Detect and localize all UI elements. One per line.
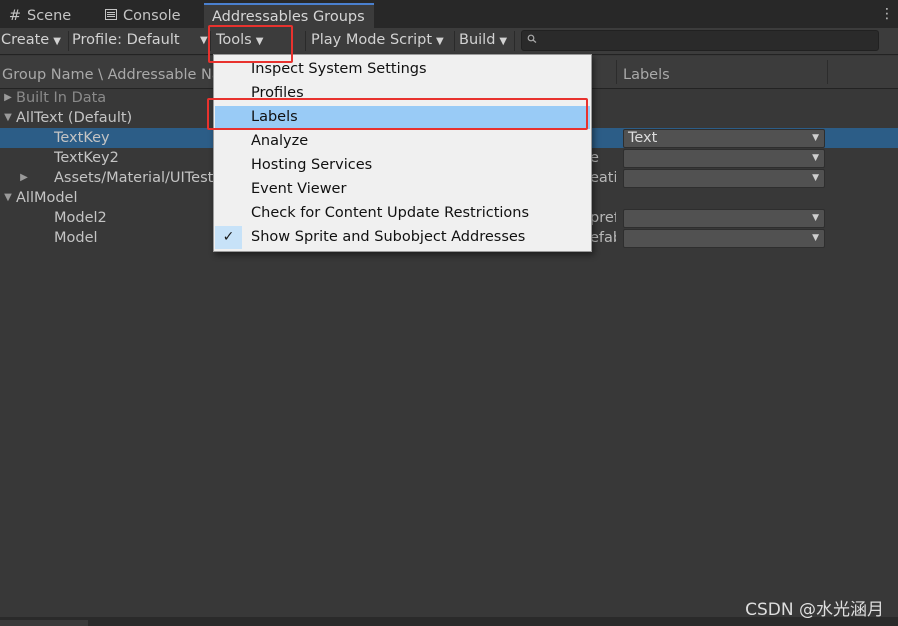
scrollbar-thumb[interactable] bbox=[0, 620, 88, 626]
checkmark-icon: ✓ bbox=[215, 226, 242, 249]
path-fragment: pref bbox=[590, 210, 616, 226]
row-label: AllModel bbox=[16, 190, 78, 206]
menu-item-label: Analyze bbox=[251, 133, 309, 149]
row-label: AllText (Default) bbox=[16, 110, 133, 126]
row-label: Model2 bbox=[54, 210, 107, 226]
tab-console-label: Console bbox=[123, 8, 181, 24]
create-dropdown[interactable]: Create ▼ bbox=[1, 28, 61, 54]
row-label: TextKey bbox=[54, 130, 110, 146]
row-label: TextKey2 bbox=[54, 150, 119, 166]
chevron-down-icon: ▼ bbox=[812, 233, 819, 243]
play-mode-script-dropdown[interactable]: Play Mode Script ▼ bbox=[311, 28, 444, 54]
menu-item-label: Event Viewer bbox=[251, 181, 347, 197]
profile-dropdown[interactable]: Profile: Default ▼ bbox=[72, 28, 208, 54]
collapse-arrow-icon[interactable]: ▼ bbox=[2, 108, 14, 128]
menu-item-analyze[interactable]: Analyze bbox=[215, 130, 590, 153]
tab-addressables-label: Addressables Groups bbox=[212, 9, 365, 25]
tab-console[interactable]: Console bbox=[96, 4, 189, 28]
collapse-arrow-icon[interactable]: ▼ bbox=[2, 188, 14, 208]
watermark: CSDN @水光涵月 bbox=[745, 600, 884, 620]
labels-value: Text bbox=[628, 130, 658, 146]
row-label: Assets/Material/UITest bbox=[54, 170, 214, 186]
chevron-down-icon: ▼ bbox=[499, 36, 508, 47]
more-options-icon[interactable]: ⋮ bbox=[880, 6, 894, 22]
toolbar-divider bbox=[68, 31, 69, 51]
annotation-box-tools bbox=[208, 25, 293, 63]
expand-arrow-icon[interactable]: ▶ bbox=[18, 168, 30, 188]
tools-menu: Inspect System Settings Profiles Labels … bbox=[213, 54, 592, 252]
menu-item-check-content-update[interactable]: Check for Content Update Restrictions bbox=[215, 202, 590, 225]
menu-item-hosting-services[interactable]: Hosting Services bbox=[215, 154, 590, 177]
path-fragment: efab bbox=[590, 230, 616, 246]
toolbar-divider bbox=[514, 31, 515, 51]
menu-item-show-sprite-subobject[interactable]: ✓ Show Sprite and Subobject Addresses bbox=[215, 226, 590, 249]
toolbar-divider bbox=[454, 31, 455, 51]
column-divider[interactable] bbox=[616, 60, 617, 84]
chevron-down-icon: ▼ bbox=[812, 173, 819, 183]
labels-dropdown[interactable]: ▼ bbox=[623, 229, 825, 248]
annotation-box-labels bbox=[207, 98, 588, 130]
tab-bar: # Scene Console Addressables Groups ⋮ bbox=[0, 0, 898, 30]
labels-dropdown[interactable]: ▼ bbox=[623, 149, 825, 168]
chevron-down-icon: ▼ bbox=[53, 36, 61, 47]
expand-arrow-icon[interactable]: ▶ bbox=[2, 88, 14, 108]
build-label: Build bbox=[459, 32, 496, 48]
profile-label: Profile: Default bbox=[72, 32, 180, 48]
menu-item-label: Show Sprite and Subobject Addresses bbox=[251, 229, 526, 245]
toolbar-divider bbox=[305, 31, 306, 51]
chevron-down-icon: ▼ bbox=[812, 213, 819, 223]
path-fragment: eatia bbox=[590, 170, 616, 186]
build-dropdown[interactable]: Build ▼ bbox=[459, 28, 507, 54]
path-fragment: e bbox=[590, 150, 599, 166]
group-name-header[interactable]: Group Name \ Addressable Name bbox=[2, 56, 216, 88]
grid-icon: # bbox=[8, 8, 22, 24]
menu-item-label: Check for Content Update Restrictions bbox=[251, 205, 530, 221]
create-label: Create bbox=[1, 32, 50, 48]
labels-dropdown[interactable]: ▼ bbox=[623, 169, 825, 188]
chevron-down-icon: ▼ bbox=[436, 36, 444, 47]
menu-item-event-viewer[interactable]: Event Viewer bbox=[215, 178, 590, 201]
tab-scene-label: Scene bbox=[27, 8, 72, 24]
console-icon bbox=[104, 4, 118, 29]
tab-scene[interactable]: # Scene bbox=[0, 4, 79, 28]
chevron-down-icon: ▼ bbox=[812, 153, 819, 163]
menu-item-label: Hosting Services bbox=[251, 157, 373, 173]
labels-header[interactable]: Labels bbox=[623, 56, 823, 88]
labels-dropdown[interactable]: ▼ bbox=[623, 209, 825, 228]
chevron-down-icon: ▼ bbox=[812, 133, 819, 143]
chevron-down-icon: ▼ bbox=[200, 35, 208, 46]
row-label: Built In Data bbox=[16, 90, 107, 106]
labels-dropdown[interactable]: Text ▼ bbox=[623, 129, 825, 148]
row-label: Model bbox=[54, 230, 98, 246]
play-mode-label: Play Mode Script bbox=[311, 32, 433, 48]
column-divider[interactable] bbox=[827, 60, 828, 84]
search-icon bbox=[527, 31, 538, 50]
search-input[interactable] bbox=[521, 30, 879, 51]
